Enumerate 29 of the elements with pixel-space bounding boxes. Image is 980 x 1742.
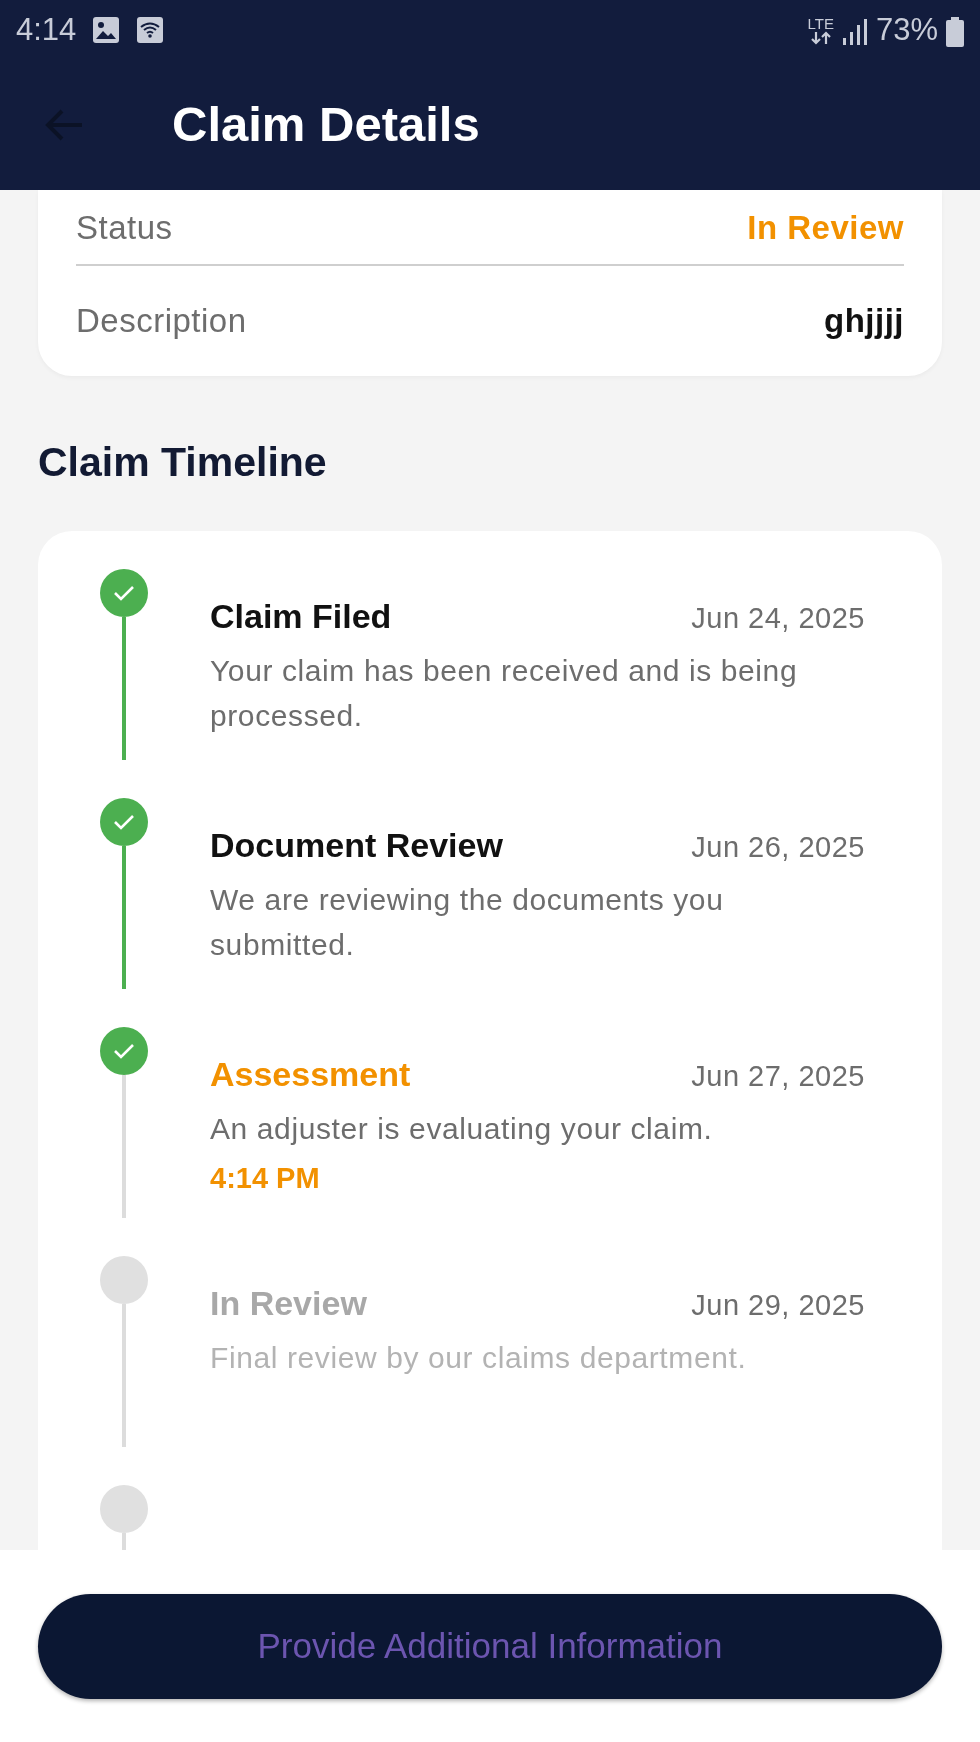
signal-icon (841, 17, 868, 46)
step-description: We are reviewing the documents you submitted. (210, 882, 725, 964)
step-description: An adjuster is evaluating your claim. (210, 1111, 714, 1148)
network-label: LTE (807, 15, 834, 31)
step-date: Jun 26, 2025 (691, 830, 865, 866)
image-icon (92, 16, 121, 44)
step-title: In Review (210, 1283, 367, 1325)
step-description: Your claim has been received and is being processed. (210, 653, 799, 735)
step-date: Jun 24, 2025 (691, 601, 865, 637)
wifi-icon (136, 16, 165, 44)
battery-percent: 73% (875, 10, 938, 49)
provide-info-button[interactable]: Provide Additional Information (38, 1594, 942, 1699)
step-date: Jun 29, 2025 (691, 1288, 865, 1324)
step-title: Claim Filed (210, 596, 392, 638)
section-heading: Claim Timeline (38, 438, 328, 487)
battery-icon (946, 16, 964, 47)
step-date: Jun 27, 2025 (691, 1059, 865, 1095)
check-circle (100, 1027, 148, 1076)
step-time: 4:14 PM (210, 1161, 321, 1197)
screen-title: Claim Details (172, 96, 480, 154)
step-description: Final review by our claims department. (210, 1340, 748, 1377)
detail-value: ghjjjj (824, 301, 904, 342)
step-title: Document Review (210, 825, 503, 867)
clock: 4:14 (16, 10, 77, 49)
detail-label: Description (76, 301, 247, 342)
data-arrows-icon (809, 30, 832, 45)
detail-value: In Review (747, 208, 904, 249)
step-title: Assessment (210, 1054, 411, 1096)
detail-label: Status (76, 208, 173, 249)
